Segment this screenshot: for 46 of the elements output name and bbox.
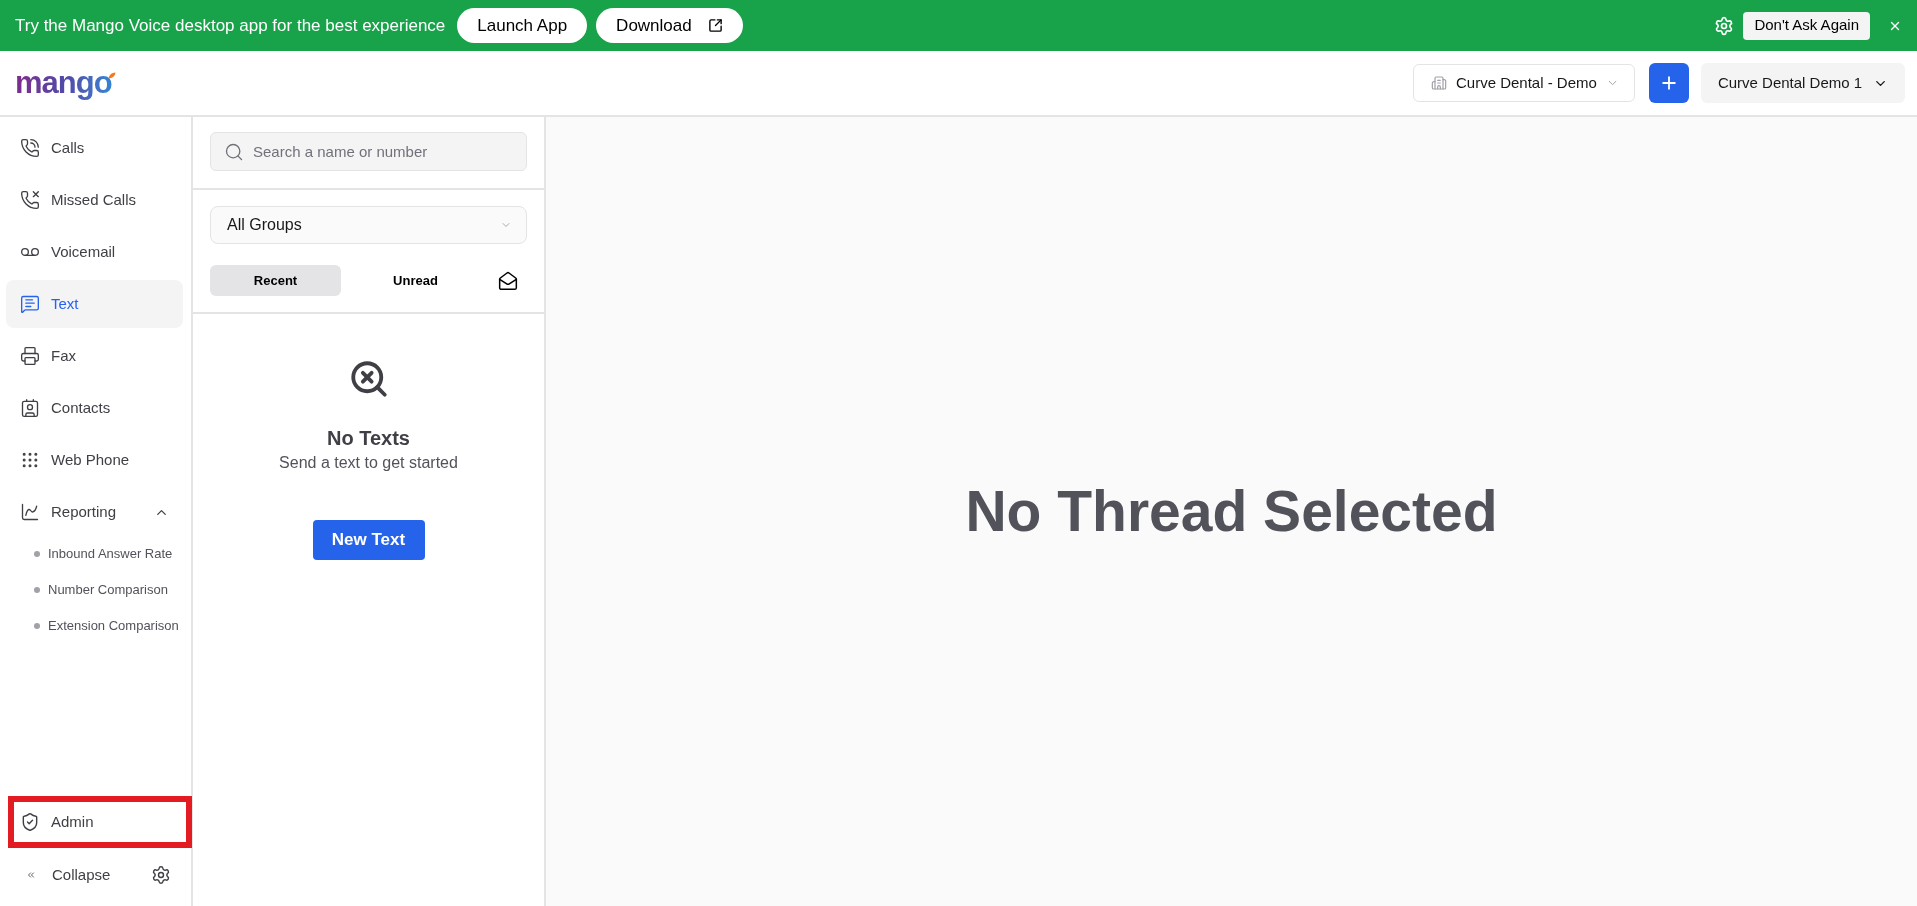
sidebar-sub-item[interactable]: Extension Comparison (6, 608, 183, 644)
envelope-button[interactable] (498, 270, 518, 291)
add-button[interactable] (1649, 63, 1689, 103)
line-chart-icon (20, 502, 40, 522)
empty-state-title: No Texts (327, 426, 410, 451)
empty-state-message: Send a text to get started (279, 453, 458, 473)
sidebar-nav-item[interactable]: Fax (6, 332, 183, 380)
settings-icon (151, 865, 171, 885)
new-text-button[interactable]: New Text (312, 520, 425, 560)
double-chevron-left-icon (26, 870, 36, 880)
shield-check-icon (20, 812, 40, 832)
settings-button[interactable] (151, 865, 171, 885)
banner-message: Try the Mango Voice desktop app for the best experience (15, 14, 446, 37)
sidebar-nav-item[interactable]: Missed Calls (6, 176, 183, 224)
settings-icon (1714, 15, 1735, 36)
printer-icon (20, 346, 40, 366)
filter-tab[interactable]: Unread (350, 265, 481, 296)
search-field[interactable]: Search a name or number (210, 132, 527, 171)
filter-tab[interactable]: Recent (210, 265, 341, 296)
collapse-button[interactable]: Collapse (26, 863, 111, 887)
sidebar-nav-item[interactable]: Web Phone (6, 436, 183, 484)
download-button[interactable]: Download (596, 8, 743, 43)
sidebar-sub-item[interactable]: Number Comparison (6, 572, 183, 608)
dont-ask-again-button[interactable]: Don't Ask Again (1743, 11, 1870, 40)
location-select[interactable]: Curve Dental - Demo (1413, 64, 1635, 102)
building-icon (1431, 75, 1447, 91)
sidebar-nav-item[interactable]: Reporting (6, 488, 183, 536)
account-menu[interactable]: Curve Dental Demo 1 (1701, 63, 1905, 103)
phone-call-icon (20, 138, 40, 158)
empty-thread-title: No Thread Selected (965, 477, 1498, 545)
plus-icon (1659, 73, 1679, 93)
sidebar-nav-item[interactable]: Text (6, 280, 183, 328)
sidebar-nav-item[interactable]: Voicemail (6, 228, 183, 276)
external-link-icon (707, 18, 723, 33)
launch-app-button[interactable]: Launch App (457, 8, 588, 43)
envelope-open-icon (498, 270, 518, 291)
sidebar-nav-item[interactable]: Contacts (6, 384, 183, 432)
sidebar-nav-item[interactable]: Calls (6, 124, 183, 172)
group-select[interactable]: All Groups (210, 206, 527, 244)
contact-card-icon (20, 398, 40, 418)
search-icon (224, 142, 244, 162)
message-icon (20, 294, 40, 314)
sidebar-sub-item[interactable]: Inbound Answer Rate (6, 536, 183, 572)
admin-nav-item[interactable]: Admin (14, 802, 186, 842)
dots-grid-icon (20, 450, 40, 470)
missed-call-icon (20, 190, 40, 210)
